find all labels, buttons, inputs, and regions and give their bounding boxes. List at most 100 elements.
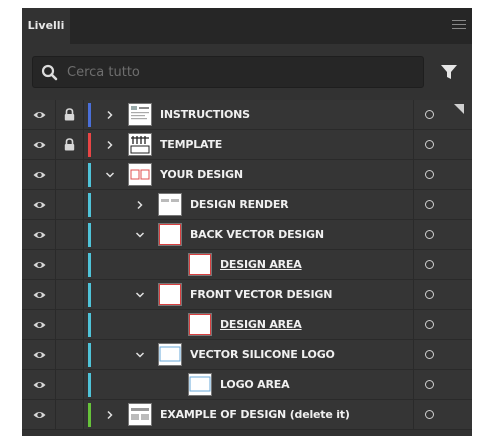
visibility-toggle[interactable] bbox=[22, 100, 56, 130]
layer-row[interactable]: YOUR DESIGN bbox=[22, 160, 472, 190]
visibility-toggle[interactable] bbox=[22, 130, 56, 160]
visibility-toggle[interactable] bbox=[22, 190, 56, 220]
layer-thumbnail bbox=[188, 373, 212, 396]
layer-name[interactable]: DESIGN AREA bbox=[220, 310, 302, 340]
chevron-down-icon[interactable] bbox=[134, 349, 146, 361]
chevron-right-icon[interactable] bbox=[104, 139, 116, 151]
target-circle-icon[interactable] bbox=[425, 200, 434, 209]
chevron-down-icon[interactable] bbox=[104, 169, 116, 181]
layer-color-bar bbox=[88, 223, 91, 247]
layer-name[interactable]: EXAMPLE OF DESIGN (delete it) bbox=[160, 400, 350, 430]
visibility-toggle[interactable] bbox=[22, 340, 56, 370]
layer-color-bar bbox=[88, 193, 91, 217]
layer-thumbnail bbox=[128, 103, 152, 126]
search-icon bbox=[41, 64, 58, 81]
layer-target-cell[interactable] bbox=[413, 160, 472, 190]
lock-toggle[interactable] bbox=[56, 250, 84, 280]
eye-icon bbox=[33, 232, 46, 238]
target-circle-icon[interactable] bbox=[425, 230, 434, 239]
layer-name[interactable]: LOGO AREA bbox=[220, 370, 290, 400]
target-circle-icon[interactable] bbox=[425, 260, 434, 269]
tab-livelli[interactable]: Livelli bbox=[22, 8, 70, 44]
hamburger-menu-icon[interactable] bbox=[452, 20, 466, 32]
layer-thumbnail bbox=[158, 223, 182, 246]
layers-list: INSTRUCTIONS TEMPLATE YOUR DESIGN DESIGN RE… bbox=[22, 100, 472, 430]
layer-name[interactable]: INSTRUCTIONS bbox=[160, 100, 250, 130]
chevron-right-icon[interactable] bbox=[134, 199, 146, 211]
layer-name[interactable]: DESIGN AREA bbox=[220, 250, 302, 280]
lock-toggle[interactable] bbox=[56, 130, 84, 160]
layer-target-cell[interactable] bbox=[413, 190, 472, 220]
layer-row[interactable]: INSTRUCTIONS bbox=[22, 100, 472, 130]
visibility-toggle[interactable] bbox=[22, 370, 56, 400]
layer-row[interactable]: TEMPLATE bbox=[22, 130, 472, 160]
lock-toggle[interactable] bbox=[56, 190, 84, 220]
layer-thumbnail bbox=[128, 133, 152, 156]
lock-toggle[interactable] bbox=[56, 100, 84, 130]
visibility-toggle[interactable] bbox=[22, 250, 56, 280]
layer-name[interactable]: VECTOR SILICONE LOGO bbox=[190, 340, 335, 370]
chevron-right-icon[interactable] bbox=[104, 109, 116, 121]
visibility-toggle[interactable] bbox=[22, 310, 56, 340]
visibility-toggle[interactable] bbox=[22, 280, 56, 310]
layer-target-cell[interactable] bbox=[413, 370, 472, 400]
layer-name[interactable]: YOUR DESIGN bbox=[160, 160, 243, 190]
filter-icon[interactable] bbox=[440, 63, 458, 81]
search-input[interactable] bbox=[67, 57, 417, 87]
target-circle-icon[interactable] bbox=[425, 290, 434, 299]
eye-icon bbox=[33, 352, 46, 358]
chevron-right-icon[interactable] bbox=[104, 409, 116, 421]
lock-toggle[interactable] bbox=[56, 280, 84, 310]
target-circle-icon[interactable] bbox=[425, 320, 434, 329]
target-circle-icon[interactable] bbox=[425, 110, 434, 119]
layer-row[interactable]: LOGO AREA bbox=[22, 370, 472, 400]
target-circle-icon[interactable] bbox=[425, 140, 434, 149]
chevron-down-icon[interactable] bbox=[134, 229, 146, 241]
layer-row[interactable]: EXAMPLE OF DESIGN (delete it) bbox=[22, 400, 472, 430]
layer-target-cell[interactable] bbox=[413, 250, 472, 280]
layer-target-cell[interactable] bbox=[413, 130, 472, 160]
target-circle-icon[interactable] bbox=[425, 410, 434, 419]
target-circle-icon[interactable] bbox=[425, 380, 434, 389]
layer-row[interactable]: BACK VECTOR DESIGN bbox=[22, 220, 472, 250]
layer-target-cell[interactable] bbox=[413, 310, 472, 340]
target-circle-icon[interactable] bbox=[425, 350, 434, 359]
eye-icon bbox=[33, 262, 46, 268]
layer-row[interactable]: FRONT VECTOR DESIGN bbox=[22, 280, 472, 310]
layer-thumbnail bbox=[188, 313, 212, 336]
visibility-toggle[interactable] bbox=[22, 400, 56, 430]
layer-target-cell[interactable] bbox=[413, 400, 472, 430]
chevron-down-icon[interactable] bbox=[134, 289, 146, 301]
visibility-toggle[interactable] bbox=[22, 160, 56, 190]
lock-toggle[interactable] bbox=[56, 220, 84, 250]
layer-color-bar bbox=[88, 103, 91, 127]
search-box[interactable] bbox=[32, 56, 424, 88]
layer-color-bar bbox=[88, 403, 91, 427]
layer-name[interactable]: FRONT VECTOR DESIGN bbox=[190, 280, 332, 310]
layer-name[interactable]: DESIGN RENDER bbox=[190, 190, 289, 220]
layer-name[interactable]: BACK VECTOR DESIGN bbox=[190, 220, 324, 250]
eye-icon bbox=[33, 412, 46, 418]
lock-toggle[interactable] bbox=[56, 310, 84, 340]
layer-target-cell[interactable] bbox=[413, 340, 472, 370]
layer-color-bar bbox=[88, 133, 91, 157]
visibility-toggle[interactable] bbox=[22, 220, 56, 250]
layer-row[interactable]: DESIGN AREA bbox=[22, 310, 472, 340]
layer-target-cell[interactable] bbox=[413, 220, 472, 250]
layer-thumbnail bbox=[128, 163, 152, 186]
lock-toggle[interactable] bbox=[56, 160, 84, 190]
lock-toggle[interactable] bbox=[56, 400, 84, 430]
target-circle-icon[interactable] bbox=[425, 170, 434, 179]
eye-icon bbox=[33, 142, 46, 148]
layer-name[interactable]: TEMPLATE bbox=[160, 130, 222, 160]
layer-row[interactable]: DESIGN AREA bbox=[22, 250, 472, 280]
lock-toggle[interactable] bbox=[56, 340, 84, 370]
eye-icon bbox=[33, 112, 46, 118]
layer-color-bar bbox=[88, 163, 91, 187]
layer-row[interactable]: VECTOR SILICONE LOGO bbox=[22, 340, 472, 370]
layer-target-cell[interactable] bbox=[413, 280, 472, 310]
layer-row[interactable]: DESIGN RENDER bbox=[22, 190, 472, 220]
lock-toggle[interactable] bbox=[56, 370, 84, 400]
eye-icon bbox=[33, 382, 46, 388]
corner-marker-icon bbox=[454, 104, 464, 114]
